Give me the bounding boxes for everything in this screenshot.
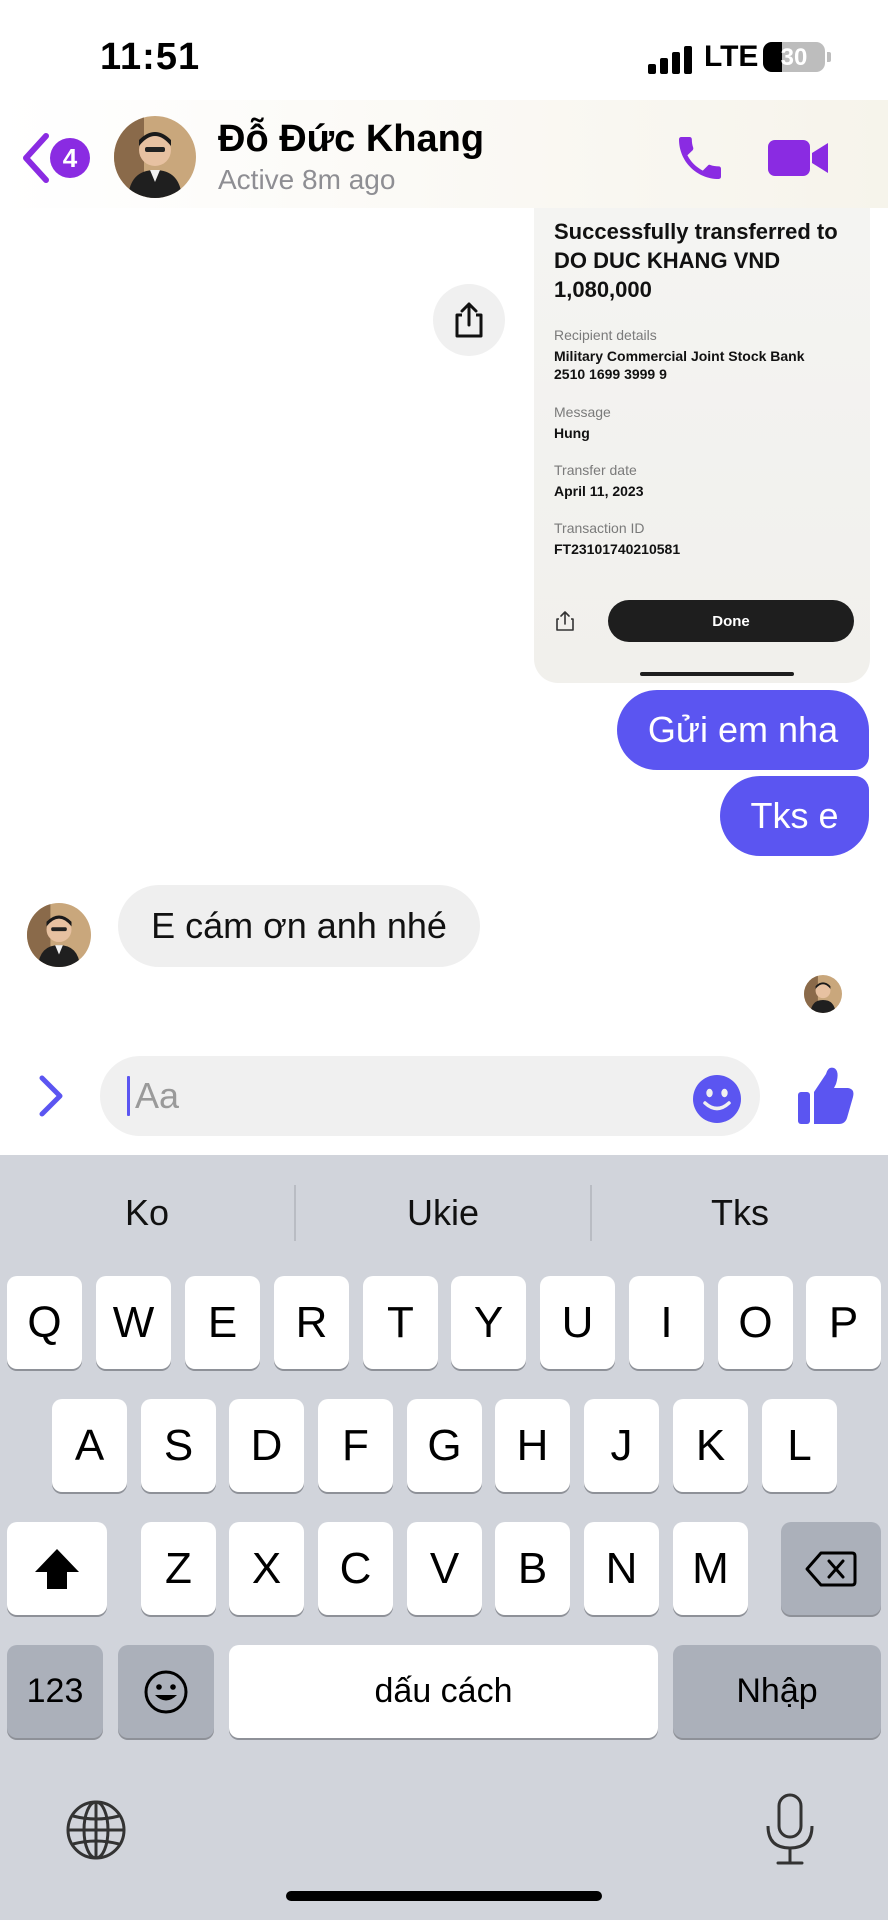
key-s[interactable]: S	[141, 1399, 216, 1492]
key-t[interactable]: T	[363, 1276, 438, 1369]
home-indicator[interactable]	[286, 1891, 602, 1901]
outgoing-message-bubble[interactable]: Gửi em nha	[617, 690, 869, 770]
emoji-keyboard-key[interactable]	[118, 1645, 214, 1738]
key-i[interactable]: I	[629, 1276, 704, 1369]
language-switch-button[interactable]	[62, 1796, 130, 1864]
share-icon	[556, 611, 574, 631]
back-button[interactable]: 4	[20, 132, 96, 184]
backspace-icon	[805, 1551, 857, 1586]
key-f[interactable]: F	[318, 1399, 393, 1492]
message-input[interactable]	[135, 1070, 675, 1122]
space-key[interactable]: dấu cách	[229, 1645, 658, 1738]
recipient-label: Recipient details	[554, 327, 657, 343]
delete-key[interactable]	[781, 1522, 881, 1615]
avatar-image	[114, 116, 196, 198]
key-c[interactable]: C	[318, 1522, 393, 1615]
battery-icon: 30	[763, 42, 825, 72]
seen-receipt-avatar	[804, 975, 842, 1013]
return-key[interactable]: Nhập	[673, 1645, 881, 1738]
expand-actions-button[interactable]	[34, 1072, 68, 1120]
key-k[interactable]: K	[673, 1399, 748, 1492]
battery-nub	[827, 52, 831, 62]
key-b[interactable]: B	[495, 1522, 570, 1615]
chevron-left-icon	[23, 133, 49, 183]
message-composer	[100, 1056, 760, 1136]
transfer-receipt-image[interactable]: Successfully transferred to DO DUC KHANG…	[534, 208, 870, 683]
globe-icon	[66, 1800, 126, 1860]
send-like-button[interactable]	[796, 1064, 856, 1128]
key-h[interactable]: H	[495, 1399, 570, 1492]
key-g[interactable]: G	[407, 1399, 482, 1492]
suggestion-1[interactable]: Ko	[0, 1155, 294, 1271]
key-v[interactable]: V	[407, 1522, 482, 1615]
chevron-right-icon	[39, 1075, 63, 1117]
incoming-message-bubble[interactable]: E cám ơn anh nhé	[118, 885, 480, 967]
key-z[interactable]: Z	[141, 1522, 216, 1615]
suggestion-2[interactable]: Ukie	[296, 1155, 590, 1271]
avatar-image	[804, 975, 842, 1013]
key-m[interactable]: M	[673, 1522, 748, 1615]
transfer-date-label: Transfer date	[554, 462, 637, 478]
recipient-account: 2510 1699 3999 9	[554, 366, 667, 382]
key-j[interactable]: J	[584, 1399, 659, 1492]
receipt-done-button: Done	[608, 600, 854, 642]
key-p[interactable]: P	[806, 1276, 881, 1369]
keyboard: Ko Ukie Tks Q W E R T Y U I O P A S D F …	[0, 1155, 888, 1920]
smiley-icon	[693, 1075, 741, 1123]
shift-key[interactable]	[7, 1522, 107, 1615]
key-e[interactable]: E	[185, 1276, 260, 1369]
smiley-icon	[144, 1670, 188, 1713]
key-x[interactable]: X	[229, 1522, 304, 1615]
key-q[interactable]: Q	[7, 1276, 82, 1369]
sender-avatar[interactable]	[27, 903, 91, 967]
key-u[interactable]: U	[540, 1276, 615, 1369]
contact-active-status: Active 8m ago	[218, 164, 396, 195]
network-type: LTE	[704, 40, 759, 73]
phone-icon	[679, 137, 721, 179]
share-icon	[455, 302, 483, 338]
avatar-image	[27, 903, 91, 967]
key-w[interactable]: W	[96, 1276, 171, 1369]
outgoing-message-bubble[interactable]: Tks e	[720, 776, 869, 856]
audio-call-button[interactable]	[672, 130, 728, 186]
transaction-id-value: FT23101740210581	[554, 541, 681, 557]
chat-header: 4 Đỗ Đức Khang Active 8m ago	[0, 100, 888, 208]
video-camera-icon	[768, 140, 828, 176]
suggestion-3[interactable]: Tks	[592, 1155, 888, 1271]
receipt-home-indicator	[640, 672, 794, 676]
message-value: Hung	[554, 425, 590, 441]
status-time: 11:51	[100, 36, 201, 78]
contact-name[interactable]: Đỗ Đức Khang	[218, 118, 484, 161]
status-bar: 11:51 LTE 30	[0, 0, 888, 112]
message-label: Message	[554, 404, 611, 420]
thumbs-up-icon	[798, 1067, 854, 1124]
microphone-icon	[766, 1793, 814, 1865]
key-a[interactable]: A	[52, 1399, 127, 1492]
transaction-id-label: Transaction ID	[554, 520, 645, 536]
dictation-button[interactable]	[762, 1792, 818, 1868]
key-d[interactable]: D	[229, 1399, 304, 1492]
shift-arrow-icon	[35, 1548, 79, 1589]
emoji-button[interactable]	[692, 1074, 742, 1124]
key-n[interactable]: N	[584, 1522, 659, 1615]
recipient-bank: Military Commercial Joint Stock Bank	[554, 348, 805, 364]
contact-avatar[interactable]	[114, 116, 196, 198]
numbers-key[interactable]: 123	[7, 1645, 103, 1738]
video-call-button[interactable]	[766, 134, 830, 182]
battery-percent: 30	[780, 44, 808, 71]
key-o[interactable]: O	[718, 1276, 793, 1369]
receipt-title: Successfully transferred to DO DUC KHANG…	[554, 219, 838, 302]
cellular-signal-icon	[648, 44, 694, 74]
transfer-date-value: April 11, 2023	[554, 483, 644, 499]
key-l[interactable]: L	[762, 1399, 837, 1492]
share-image-button[interactable]	[433, 284, 505, 356]
key-y[interactable]: Y	[451, 1276, 526, 1369]
unread-badge: 4	[50, 138, 90, 178]
key-r[interactable]: R	[274, 1276, 349, 1369]
text-caret	[127, 1076, 130, 1116]
